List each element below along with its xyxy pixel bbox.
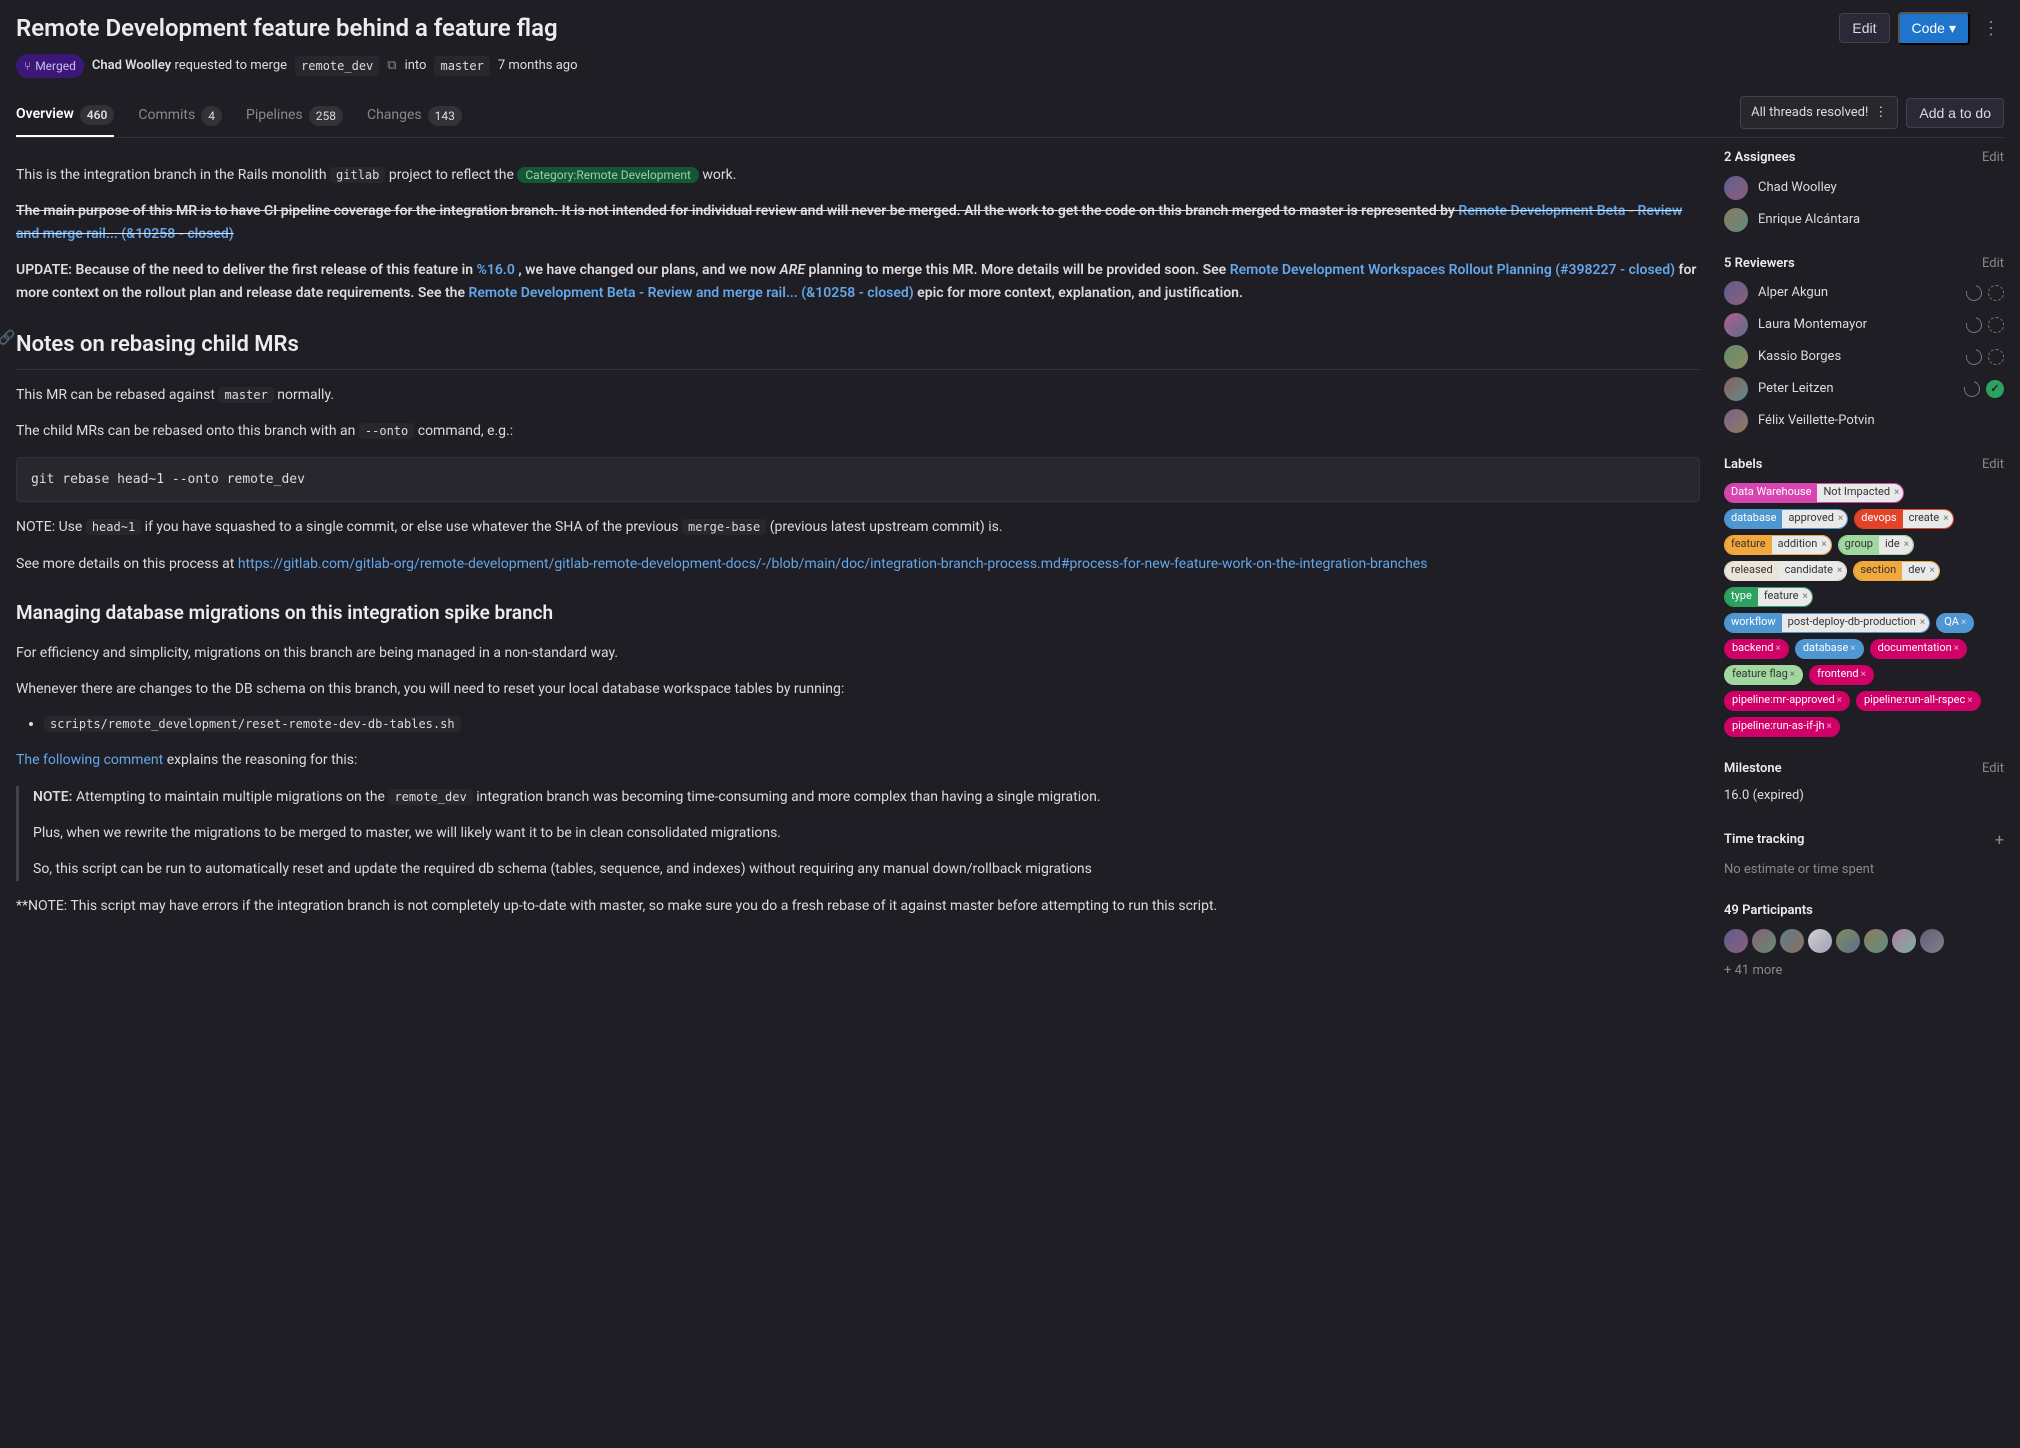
rerequest-icon[interactable] bbox=[1961, 378, 1983, 400]
label[interactable]: documentation × bbox=[1870, 639, 1967, 659]
approved-icon: ✓ bbox=[1986, 380, 2004, 398]
avatar bbox=[1724, 208, 1748, 232]
section-heading: 🔗Notes on rebasing child MRs bbox=[16, 328, 1700, 370]
plus-icon[interactable]: + bbox=[1995, 828, 2004, 852]
author-name[interactable]: Chad Woolley bbox=[92, 58, 171, 73]
tab-commits[interactable]: Commits4 bbox=[138, 95, 222, 136]
label[interactable]: pipeline:run-all-rspec × bbox=[1856, 691, 1981, 711]
anchor-icon[interactable]: 🔗 bbox=[0, 328, 15, 349]
edit-button[interactable]: Edit bbox=[1839, 13, 1889, 43]
reviewer[interactable]: Peter Leitzen✓ bbox=[1724, 377, 2004, 401]
label[interactable]: QA × bbox=[1936, 613, 1974, 633]
section-subheading: Managing database migrations on this int… bbox=[16, 599, 1700, 628]
rerequest-icon[interactable] bbox=[1963, 314, 1985, 336]
code-button[interactable]: Code ▾ bbox=[1898, 12, 1971, 45]
category-label[interactable]: Category:Remote Development bbox=[517, 167, 699, 183]
mr-description: This is the integration branch in the Ra… bbox=[16, 164, 1700, 917]
label[interactable]: releasedcandidate × bbox=[1724, 561, 1847, 581]
label[interactable]: typefeature × bbox=[1724, 587, 1813, 607]
edit-assignees[interactable]: Edit bbox=[1982, 148, 2004, 168]
avatar[interactable] bbox=[1892, 929, 1916, 953]
label[interactable]: devopscreate × bbox=[1854, 509, 1953, 529]
avatar[interactable] bbox=[1780, 929, 1804, 953]
label[interactable]: groupide × bbox=[1838, 535, 1914, 555]
tab-changes[interactable]: Changes143 bbox=[367, 95, 462, 136]
label[interactable]: Data WarehouseNot Impacted × bbox=[1724, 483, 1904, 503]
avatar bbox=[1724, 345, 1748, 369]
tab-overview[interactable]: Overview460 bbox=[16, 94, 114, 137]
assignees-block: 2 AssigneesEdit Chad Woolley Enrique Alc… bbox=[1724, 148, 2004, 232]
avatar bbox=[1724, 313, 1748, 337]
merge-icon: ⑂ bbox=[24, 57, 31, 75]
label[interactable]: database × bbox=[1795, 639, 1864, 659]
time-tracking-block: Time tracking+ No estimate or time spent bbox=[1724, 828, 2004, 880]
milestone-block: MilestoneEdit 16.0 (expired) bbox=[1724, 759, 2004, 806]
tab-pipelines[interactable]: Pipelines258 bbox=[246, 95, 343, 136]
label[interactable]: databaseapproved × bbox=[1724, 509, 1848, 529]
avatar bbox=[1724, 409, 1748, 433]
more-actions-icon[interactable]: ⋮ bbox=[1978, 11, 2004, 46]
avatar[interactable] bbox=[1808, 929, 1832, 953]
label[interactable]: frontend × bbox=[1809, 665, 1874, 685]
milestone-value[interactable]: 16.0 (expired) bbox=[1724, 786, 2004, 806]
code-block: git rebase head~1 --onto remote_dev bbox=[16, 457, 1700, 503]
comment-link[interactable]: The following comment bbox=[16, 752, 163, 768]
issue-link[interactable]: Remote Development Workspaces Rollout Pl… bbox=[1230, 262, 1675, 278]
avatar bbox=[1724, 176, 1748, 200]
label[interactable]: featureaddition × bbox=[1724, 535, 1832, 555]
avatar[interactable] bbox=[1724, 929, 1748, 953]
labels-block: LabelsEdit Data WarehouseNot Impacted ×d… bbox=[1724, 455, 2004, 737]
add-todo-button[interactable]: Add a to do bbox=[1906, 98, 2004, 128]
doc-link[interactable]: https://gitlab.com/gitlab-org/remote-dev… bbox=[238, 556, 1428, 572]
pending-icon bbox=[1988, 349, 2004, 365]
reviewer[interactable]: Laura Montemayor bbox=[1724, 313, 2004, 337]
reviewer[interactable]: Kassio Borges bbox=[1724, 345, 2004, 369]
milestone-link[interactable]: %16.0 bbox=[477, 262, 515, 278]
edit-labels[interactable]: Edit bbox=[1982, 455, 2004, 475]
avatar[interactable] bbox=[1752, 929, 1776, 953]
edit-milestone[interactable]: Edit bbox=[1982, 759, 2004, 779]
epic-link[interactable]: Remote Development Beta - Review and mer… bbox=[469, 285, 914, 301]
label[interactable]: pipeline:run-as-if-jh × bbox=[1724, 717, 1840, 737]
reviewer[interactable]: Alper Akgun bbox=[1724, 281, 2004, 305]
status-badge: ⑂Merged bbox=[16, 54, 84, 78]
label[interactable]: feature flag × bbox=[1724, 665, 1803, 685]
time-value: No estimate or time spent bbox=[1724, 860, 2004, 880]
time-ago: 7 months ago bbox=[498, 56, 578, 76]
assignee[interactable]: Chad Woolley bbox=[1724, 176, 2004, 200]
label[interactable]: workflowpost-deploy-db-production × bbox=[1724, 613, 1930, 633]
rerequest-icon[interactable] bbox=[1963, 282, 1985, 304]
assignee[interactable]: Enrique Alcántara bbox=[1724, 208, 2004, 232]
reviewers-block: 5 ReviewersEdit Alper Akgun Laura Montem… bbox=[1724, 254, 2004, 434]
label[interactable]: backend × bbox=[1724, 639, 1789, 659]
chevron-down-icon: ▾ bbox=[1949, 20, 1956, 37]
chevron-down-icon: ⋮ bbox=[1874, 103, 1887, 123]
target-branch[interactable]: master bbox=[434, 56, 489, 76]
avatar bbox=[1724, 377, 1748, 401]
label[interactable]: sectiondev × bbox=[1853, 561, 1940, 581]
rerequest-icon[interactable] bbox=[1963, 346, 1985, 368]
mr-title: Remote Development feature behind a feat… bbox=[16, 10, 1831, 46]
avatar[interactable] bbox=[1864, 929, 1888, 953]
more-participants[interactable]: + 41 more bbox=[1724, 961, 2004, 981]
threads-resolved[interactable]: All threads resolved! ⋮ bbox=[1740, 96, 1898, 130]
script-path: scripts/remote_development/reset-remote-… bbox=[44, 716, 461, 732]
label[interactable]: pipeline:mr-approved × bbox=[1724, 691, 1850, 711]
avatar bbox=[1724, 281, 1748, 305]
source-branch[interactable]: remote_dev bbox=[295, 56, 379, 76]
pending-icon bbox=[1988, 317, 2004, 333]
reviewer[interactable]: Félix Veillette-Potvin bbox=[1724, 409, 2004, 433]
avatar[interactable] bbox=[1920, 929, 1944, 953]
participants-block: 49 Participants + 41 more bbox=[1724, 901, 2004, 980]
avatar[interactable] bbox=[1836, 929, 1860, 953]
edit-reviewers[interactable]: Edit bbox=[1982, 254, 2004, 274]
copy-icon[interactable]: ⧉ bbox=[387, 56, 396, 76]
pending-icon bbox=[1988, 285, 2004, 301]
